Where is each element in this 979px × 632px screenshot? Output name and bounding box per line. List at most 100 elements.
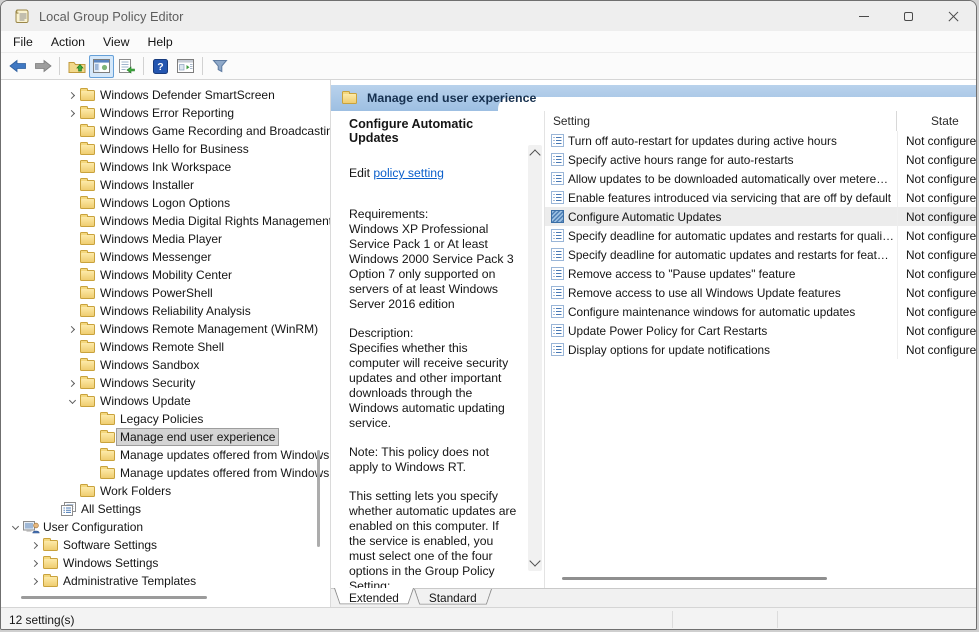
console-tree-toggle-icon[interactable]	[89, 55, 114, 78]
tree-item[interactable]: Windows Defender SmartScreen	[1, 86, 330, 104]
tree-item[interactable]: Windows Ink Workspace	[1, 158, 330, 176]
tree-item-label: Software Settings	[60, 537, 160, 553]
back-icon[interactable]	[5, 55, 30, 78]
tree-item[interactable]: Windows Game Recording and Broadcasting	[1, 122, 330, 140]
tree-item[interactable]: Windows Media Player	[1, 230, 330, 248]
description-scrollbar	[526, 111, 544, 588]
tree-item[interactable]: User Configuration	[1, 518, 330, 536]
column-header-setting[interactable]: Setting	[545, 111, 897, 131]
settings-row[interactable]: Turn off auto-restart for updates during…	[545, 131, 976, 150]
tree-item[interactable]: Manage end user experience	[1, 428, 330, 446]
tree-item[interactable]: Windows Error Reporting	[1, 104, 330, 122]
tree-item[interactable]: Manage updates offered from Windows Upda…	[1, 464, 330, 482]
policy-icon	[551, 343, 564, 356]
chevron-placeholder	[64, 284, 80, 302]
column-header-state[interactable]: State	[897, 114, 959, 128]
policy-icon	[551, 305, 564, 318]
selected-policy-icon	[551, 210, 564, 223]
policy-setting-link[interactable]: policy setting	[373, 166, 443, 180]
chevron-placeholder	[84, 410, 100, 428]
tree-item[interactable]: Windows Messenger	[1, 248, 330, 266]
chevron-placeholder	[64, 266, 80, 284]
settings-row[interactable]: Configure Automatic UpdatesNot configure…	[545, 207, 976, 226]
chevron-right-icon[interactable]	[64, 320, 80, 338]
description-scrollbar-track[interactable]	[528, 145, 542, 571]
tree-item[interactable]: Windows Remote Shell	[1, 338, 330, 356]
folder-icon	[80, 125, 97, 137]
list-horizontal-scrollbar[interactable]	[562, 577, 827, 580]
settings-row[interactable]: Remove access to use all Windows Update …	[545, 283, 976, 302]
setting-cell: Specify active hours range for auto-rest…	[545, 150, 897, 169]
scroll-down-icon[interactable]	[529, 555, 540, 566]
setting-state: Not configured	[897, 150, 976, 169]
svg-text:?: ?	[157, 61, 163, 73]
settings-row[interactable]: Remove access to "Pause updates" feature…	[545, 264, 976, 283]
settings-row[interactable]: Display options for update notifications…	[545, 340, 976, 359]
chevron-right-icon[interactable]	[27, 536, 43, 554]
tree-item[interactable]: Administrative Templates	[1, 572, 330, 590]
policy-icon	[551, 191, 564, 204]
up-one-level-icon[interactable]	[64, 55, 89, 78]
settings-row[interactable]: Specify deadline for automatic updates a…	[545, 245, 976, 264]
minimize-button[interactable]	[841, 1, 886, 31]
tree-item[interactable]: Windows Media Digital Rights Management	[1, 212, 330, 230]
status-text: 12 setting(s)	[9, 613, 74, 627]
tree-item[interactable]: Windows Logon Options	[1, 194, 330, 212]
chevron-right-icon[interactable]	[27, 554, 43, 572]
tab-standard[interactable]: Standard	[414, 589, 492, 607]
tree-item-label: Windows Security	[97, 375, 198, 391]
folder-icon	[100, 467, 117, 479]
edit-prefix: Edit	[349, 166, 373, 180]
tab-extended[interactable]: Extended	[334, 588, 414, 607]
chevron-right-icon[interactable]	[64, 104, 80, 122]
help-icon[interactable]: ?	[148, 55, 173, 78]
tree-item[interactable]: Windows Settings	[1, 554, 330, 572]
tree-horizontal-scrollbar[interactable]	[21, 596, 207, 599]
tree-item[interactable]: Software Settings	[1, 536, 330, 554]
menu-action[interactable]: Action	[42, 33, 94, 51]
forward-icon[interactable]	[30, 55, 55, 78]
tree-item[interactable]: Windows PowerShell	[1, 284, 330, 302]
settings-row[interactable]: Allow updates to be downloaded automatic…	[545, 169, 976, 188]
tree-item[interactable]: Work Folders	[1, 482, 330, 500]
setting-name: Specify deadline for automatic updates a…	[568, 248, 894, 262]
tree-item[interactable]: Windows Hello for Business	[1, 140, 330, 158]
settings-row[interactable]: Enable features introduced via servicing…	[545, 188, 976, 207]
menu-file[interactable]: File	[4, 33, 42, 51]
settings-row[interactable]: Specify active hours range for auto-rest…	[545, 150, 976, 169]
tree-item[interactable]: Windows Security	[1, 374, 330, 392]
scroll-up-icon[interactable]	[529, 149, 540, 160]
chevron-down-icon[interactable]	[7, 518, 23, 536]
settings-row[interactable]: Specify deadline for automatic updates a…	[545, 226, 976, 245]
folder-icon	[43, 539, 60, 551]
settings-row[interactable]: Update Power Policy for Cart RestartsNot…	[545, 321, 976, 340]
menu-view[interactable]: View	[94, 33, 138, 51]
toolbar-separator	[143, 57, 144, 75]
action-pane-toggle-icon[interactable]	[173, 55, 198, 78]
chevron-right-icon[interactable]	[27, 572, 43, 590]
chevron-down-icon[interactable]	[64, 392, 80, 410]
tree-item[interactable]: Windows Mobility Center	[1, 266, 330, 284]
policy-paragraphs: Requirements: Windows XP Professional Se…	[349, 207, 518, 588]
chevron-right-icon[interactable]	[64, 86, 80, 104]
close-button[interactable]	[931, 1, 976, 31]
chevron-placeholder	[64, 194, 80, 212]
tree-item[interactable]: Legacy Policies	[1, 410, 330, 428]
tree-item[interactable]: All Settings	[1, 500, 330, 518]
menu-help[interactable]: Help	[138, 33, 181, 51]
tree-item[interactable]: Windows Installer	[1, 176, 330, 194]
maximize-button[interactable]	[886, 1, 931, 31]
export-list-icon[interactable]	[114, 55, 139, 78]
filter-icon[interactable]	[207, 55, 232, 78]
chevron-placeholder	[64, 212, 80, 230]
tree-item[interactable]: Manage updates offered from Windows Serv…	[1, 446, 330, 464]
tree-vertical-scrollbar[interactable]	[317, 450, 320, 547]
toolbar: ?	[1, 53, 976, 80]
tree-item[interactable]: Windows Sandbox	[1, 356, 330, 374]
chevron-right-icon[interactable]	[64, 374, 80, 392]
tree-item[interactable]: Windows Update	[1, 392, 330, 410]
settings-row[interactable]: Configure maintenance windows for automa…	[545, 302, 976, 321]
folder-icon	[80, 359, 97, 371]
tree-item[interactable]: Windows Remote Management (WinRM)	[1, 320, 330, 338]
tree-item[interactable]: Windows Reliability Analysis	[1, 302, 330, 320]
